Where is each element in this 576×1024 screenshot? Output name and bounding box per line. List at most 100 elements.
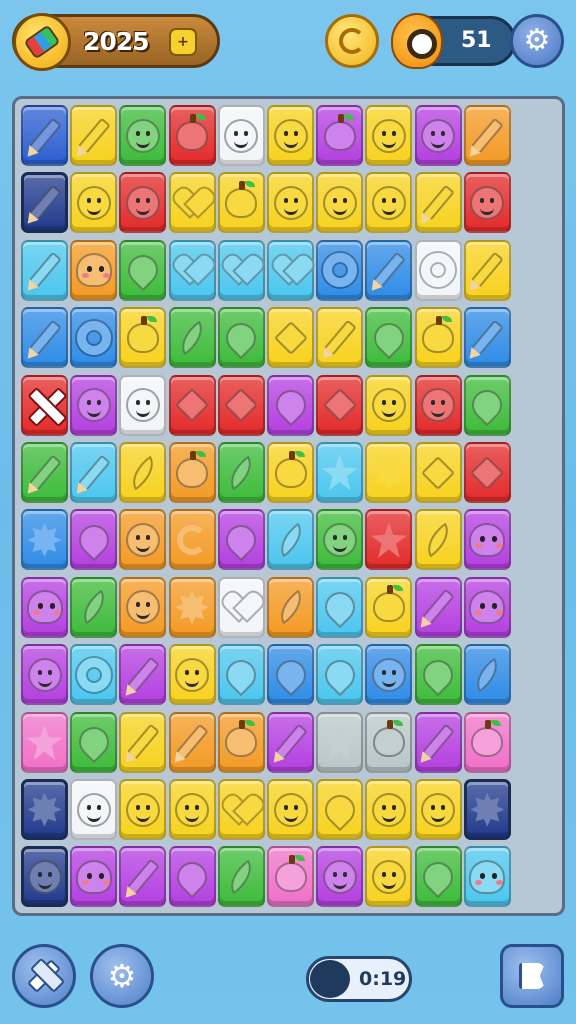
game-tile[interactable] — [217, 442, 265, 503]
game-tile[interactable] — [365, 374, 413, 436]
game-tile[interactable] — [463, 307, 511, 369]
game-tile[interactable] — [365, 239, 413, 301]
game-tile[interactable] — [267, 779, 314, 840]
game-tile[interactable] — [414, 779, 462, 840]
game-tile[interactable] — [267, 509, 314, 571]
game-tile[interactable] — [463, 105, 511, 166]
game-tile[interactable] — [217, 779, 265, 840]
game-tile[interactable] — [267, 442, 314, 503]
game-tile[interactable] — [267, 576, 314, 638]
game-tile[interactable] — [168, 239, 216, 301]
game-tile[interactable] — [316, 576, 364, 638]
game-tile[interactable] — [119, 172, 167, 234]
game-tile[interactable] — [70, 711, 118, 773]
game-tile[interactable] — [21, 239, 68, 301]
game-tile[interactable] — [267, 846, 314, 908]
game-tile[interactable] — [70, 442, 118, 503]
game-tile[interactable] — [365, 172, 413, 234]
game-tile[interactable] — [168, 846, 216, 908]
game-tile[interactable] — [414, 846, 462, 908]
game-tile[interactable] — [217, 644, 265, 706]
game-tile[interactable] — [119, 779, 167, 840]
game-tile[interactable] — [414, 307, 462, 369]
game-tile[interactable] — [365, 711, 413, 773]
game-tile[interactable] — [70, 239, 118, 301]
game-tile[interactable] — [414, 509, 462, 571]
game-tile[interactable] — [414, 374, 462, 436]
game-tile[interactable] — [21, 711, 68, 773]
add-coins-button[interactable]: + — [169, 28, 197, 56]
game-tile[interactable] — [463, 711, 511, 773]
game-tile[interactable] — [168, 172, 216, 234]
game-tile[interactable] — [316, 846, 364, 908]
game-tile[interactable] — [21, 509, 68, 571]
game-tile[interactable] — [168, 307, 216, 369]
game-tile[interactable] — [463, 509, 511, 571]
game-tile[interactable] — [168, 644, 216, 706]
game-tile[interactable] — [365, 644, 413, 706]
game-tile[interactable] — [21, 105, 68, 166]
game-tile[interactable] — [21, 374, 68, 436]
game-tile[interactable] — [365, 105, 413, 166]
game-tile[interactable] — [70, 576, 118, 638]
game-tile[interactable] — [267, 105, 314, 166]
game-tile[interactable] — [70, 374, 118, 436]
game-tile[interactable] — [463, 779, 511, 840]
game-tile[interactable] — [168, 779, 216, 840]
game-tile[interactable] — [217, 105, 265, 166]
game-tile[interactable] — [217, 576, 265, 638]
game-tile[interactable] — [168, 509, 216, 571]
game-tile[interactable] — [217, 239, 265, 301]
game-tile[interactable] — [217, 172, 265, 234]
game-tile[interactable] — [119, 307, 167, 369]
game-tile[interactable] — [168, 105, 216, 166]
game-tile[interactable] — [119, 239, 167, 301]
game-tile[interactable] — [119, 846, 167, 908]
game-tile[interactable] — [267, 239, 314, 301]
game-tile[interactable] — [119, 509, 167, 571]
game-tile[interactable] — [70, 307, 118, 369]
game-tile[interactable] — [316, 172, 364, 234]
game-tile[interactable] — [463, 172, 511, 234]
flag-button[interactable] — [500, 944, 564, 1008]
game-tile[interactable] — [316, 644, 364, 706]
game-tile[interactable] — [414, 442, 462, 503]
game-tile[interactable] — [119, 644, 167, 706]
game-tile[interactable] — [316, 239, 364, 301]
game-tile[interactable] — [21, 779, 68, 840]
game-tile[interactable] — [119, 576, 167, 638]
game-tile[interactable] — [316, 442, 364, 503]
game-tile[interactable] — [168, 576, 216, 638]
game-tile[interactable] — [316, 779, 364, 840]
game-tile[interactable] — [267, 644, 314, 706]
game-tile[interactable] — [168, 711, 216, 773]
game-tile[interactable] — [70, 846, 118, 908]
game-tile[interactable] — [267, 374, 314, 436]
game-tile[interactable] — [414, 172, 462, 234]
game-tile[interactable] — [21, 644, 68, 706]
game-tile[interactable] — [70, 509, 118, 571]
game-tile[interactable] — [316, 307, 364, 369]
game-tile[interactable] — [70, 644, 118, 706]
game-tile[interactable] — [463, 239, 511, 301]
game-tile[interactable] — [316, 509, 364, 571]
game-tile[interactable] — [414, 239, 462, 301]
game-tile[interactable] — [70, 779, 118, 840]
game-tile[interactable] — [119, 442, 167, 503]
game-tile[interactable] — [316, 374, 364, 436]
game-tile[interactable] — [119, 105, 167, 166]
game-tile[interactable] — [316, 711, 364, 773]
game-tile[interactable] — [365, 779, 413, 840]
game-tile[interactable] — [168, 442, 216, 503]
game-tile[interactable] — [267, 711, 314, 773]
game-tile[interactable] — [365, 442, 413, 503]
game-tile[interactable] — [217, 374, 265, 436]
game-tile[interactable] — [119, 711, 167, 773]
settings-button[interactable]: ⚙ — [510, 14, 564, 68]
game-tile[interactable] — [414, 711, 462, 773]
game-tile[interactable] — [21, 576, 68, 638]
game-tile[interactable] — [414, 105, 462, 166]
game-tile[interactable] — [21, 442, 68, 503]
game-tile[interactable] — [365, 307, 413, 369]
game-tile[interactable] — [217, 846, 265, 908]
